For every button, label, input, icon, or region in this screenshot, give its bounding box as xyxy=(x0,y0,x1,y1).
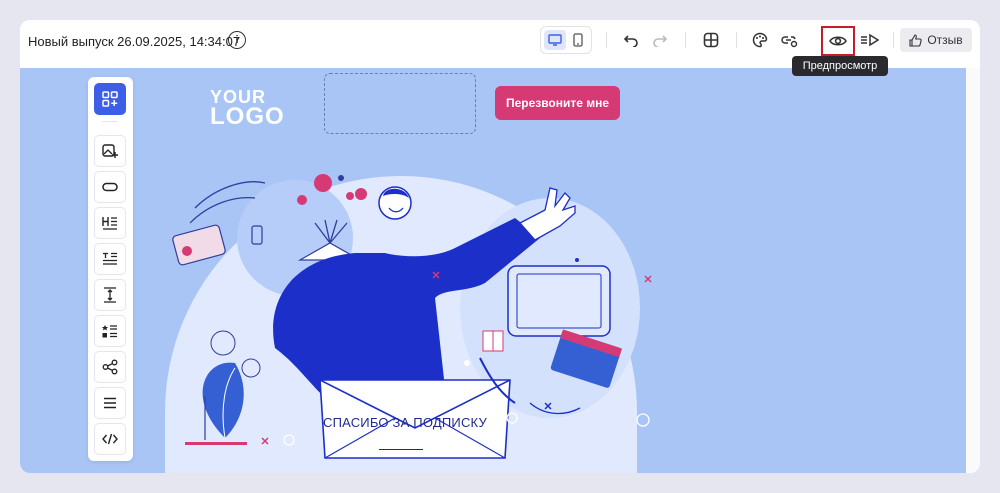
palette-icon xyxy=(752,32,768,48)
list-icon xyxy=(102,325,117,338)
menu-icon xyxy=(104,397,116,409)
toolbar-divider xyxy=(736,32,737,48)
grid-icon xyxy=(703,32,719,48)
review-label: Отзыв xyxy=(927,33,963,47)
html-block-button[interactable] xyxy=(94,423,126,455)
list-block-button[interactable] xyxy=(94,315,126,347)
send-test-button[interactable] xyxy=(858,28,882,52)
image-add-icon xyxy=(102,144,118,158)
heading-icon xyxy=(102,217,117,230)
code-icon xyxy=(102,433,118,445)
undo-button[interactable] xyxy=(619,28,643,52)
palette-divider xyxy=(102,121,118,122)
text-block-button[interactable] xyxy=(94,243,126,275)
toolbar-divider xyxy=(685,32,686,48)
link-settings-icon xyxy=(781,36,798,48)
spacer-block-button[interactable] xyxy=(94,279,126,311)
logo-placeholder[interactable]: YOUR LOGO xyxy=(210,88,285,130)
menu-block-button[interactable] xyxy=(94,387,126,419)
eye-icon xyxy=(829,36,847,46)
spacer-icon xyxy=(104,287,116,303)
block-palette xyxy=(88,77,133,461)
image-block-button[interactable] xyxy=(94,135,126,167)
text-icon xyxy=(103,252,117,265)
heading-block-button[interactable] xyxy=(94,207,126,239)
editor-window: Новый выпуск 26.09.2025, 14:34:07 i Отзы… xyxy=(20,20,980,473)
callback-button[interactable]: Перезвоните мне xyxy=(495,86,620,120)
mobile-view-button[interactable] xyxy=(567,30,589,50)
email-canvas[interactable]: YOUR LOGO Перезвоните мне СПАСИБО ЗА ПОД… xyxy=(20,68,966,473)
preview-tooltip: Предпросмотр xyxy=(792,56,888,76)
monitor-icon xyxy=(548,34,562,46)
empty-block-placeholder[interactable] xyxy=(324,73,476,134)
button-block-button[interactable] xyxy=(94,171,126,203)
theme-button[interactable] xyxy=(748,28,772,52)
device-switcher xyxy=(540,26,592,54)
blocks-icon xyxy=(102,91,118,107)
subscription-headline[interactable]: СПАСИБО ЗА ПОДПИСКУ xyxy=(323,415,487,430)
toolbar-divider xyxy=(606,32,607,48)
toolbar-divider xyxy=(893,32,894,48)
grid-button[interactable] xyxy=(699,28,723,52)
social-share-icon xyxy=(102,359,118,375)
send-test-icon xyxy=(861,33,880,47)
headline-divider xyxy=(379,449,423,450)
redo-button[interactable] xyxy=(648,28,672,52)
blocks-button[interactable] xyxy=(94,83,126,115)
issue-title: Новый выпуск 26.09.2025, 14:34:07 xyxy=(28,34,241,49)
thumbs-up-icon xyxy=(909,33,922,47)
desktop-view-button[interactable] xyxy=(544,30,566,50)
logo-line-2: LOGO xyxy=(210,103,285,130)
link-settings-button[interactable] xyxy=(778,28,802,52)
redo-icon xyxy=(653,35,668,47)
canvas-scrollbar[interactable] xyxy=(966,68,980,473)
review-button[interactable]: Отзыв xyxy=(900,28,972,52)
social-block-button[interactable] xyxy=(94,351,126,383)
undo-icon xyxy=(623,35,638,47)
phone-icon xyxy=(573,33,583,47)
preview-button[interactable] xyxy=(821,26,855,56)
button-icon xyxy=(102,182,118,192)
info-icon[interactable]: i xyxy=(228,31,246,49)
